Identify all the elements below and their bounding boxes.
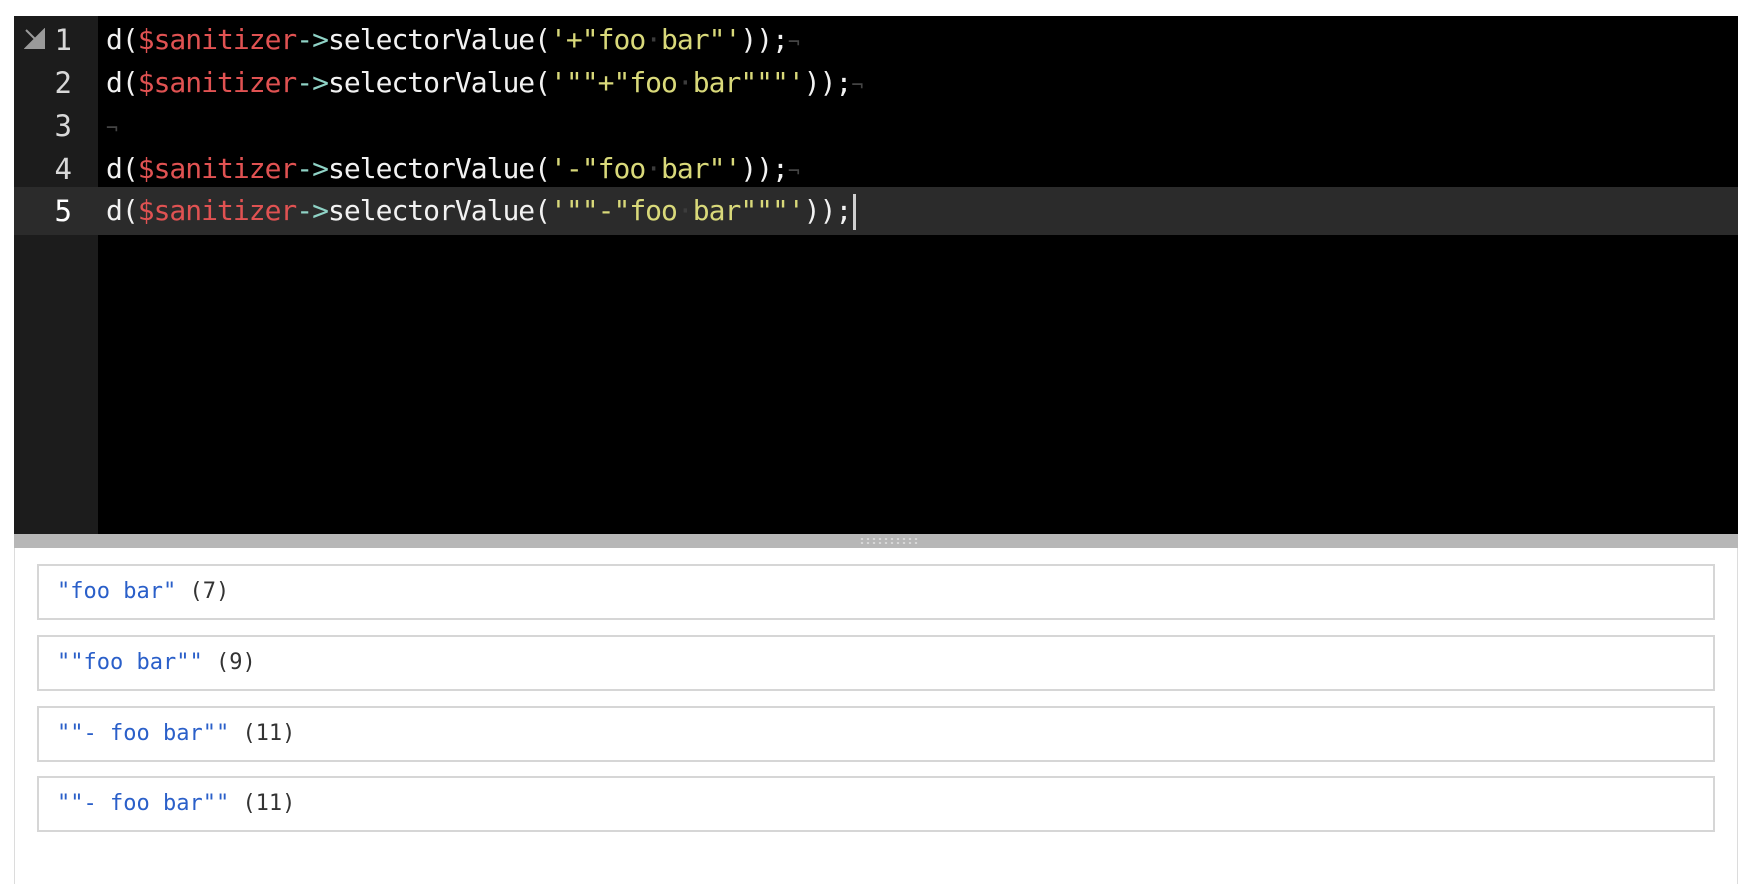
code-token: '-"foo [550, 152, 646, 185]
code-token: -> [296, 152, 329, 185]
eol-marker: ¬ [787, 159, 800, 183]
code-token: selectorValue( [328, 23, 551, 56]
line-number: 1 [54, 23, 72, 57]
code-token: d( [106, 152, 139, 185]
result-row: "foo bar" (7) [37, 564, 1715, 620]
code-line[interactable]: 4 d($sanitizer->selectorValue('-"foo·bar"… [14, 145, 1738, 193]
code-line[interactable]: 1 d($sanitizer->selectorValue('+"foo·bar"… [14, 16, 1738, 64]
code-editor[interactable]: 1 d($sanitizer->selectorValue('+"foo·bar"… [14, 16, 1738, 534]
code-token: d( [106, 194, 139, 227]
line-number: 2 [54, 66, 72, 100]
code-line[interactable]: 3 ¬ [14, 102, 1738, 150]
code-token: -> [296, 66, 329, 99]
line-number: 4 [54, 152, 72, 186]
panel-splitter[interactable] [14, 534, 1738, 548]
result-value: ""foo bar"" [57, 650, 203, 675]
code-token: bar"' [661, 152, 741, 185]
code-token: $sanitizer [137, 194, 298, 227]
result-length: (7) [189, 579, 230, 604]
text-cursor [853, 194, 857, 230]
eol-marker: ¬ [851, 73, 863, 97]
result-row: ""- foo bar"" (11) [37, 706, 1715, 762]
code-line[interactable]: 2 d($sanitizer->selectorValue('""+"foo·ba… [14, 59, 1738, 107]
code-token: '""-"foo [550, 194, 678, 227]
code-token: selectorValue( [328, 66, 551, 99]
result-value: ""- foo bar"" [57, 721, 230, 746]
code-token: d( [106, 23, 139, 56]
code-token: )); [740, 152, 789, 185]
code-token: )); [803, 66, 853, 99]
code-token: selectorValue( [328, 152, 551, 185]
line-number: 5 [54, 194, 72, 228]
code-token: · [676, 66, 694, 99]
code-token: bar"""' [692, 194, 805, 227]
code-token: $sanitizer [137, 23, 298, 56]
line-number: 3 [54, 109, 72, 143]
code-text[interactable]: d($sanitizer->selectorValue('""+"foo·bar… [106, 59, 863, 107]
result-value: "foo bar" [57, 579, 177, 604]
code-token: )); [803, 194, 853, 227]
code-text[interactable]: d($sanitizer->selectorValue('+"foo·bar"'… [106, 16, 800, 64]
code-token: $sanitizer [137, 152, 298, 185]
code-token: $sanitizer [137, 66, 298, 99]
code-token: bar"""' [692, 66, 805, 99]
code-token: · [676, 194, 694, 227]
code-token: selectorValue( [328, 194, 551, 227]
code-token: bar"' [661, 23, 741, 56]
code-token: -> [296, 23, 329, 56]
code-line[interactable]: 5 d($sanitizer->selectorValue('""-"foo·ba… [14, 187, 1738, 235]
code-token: · [645, 152, 662, 185]
result-text: ""- foo bar"" (11) [57, 778, 295, 830]
result-row: ""- foo bar"" (11) [37, 776, 1715, 832]
code-token: )); [740, 23, 789, 56]
result-length: (11) [242, 791, 296, 816]
result-text: ""foo bar"" (9) [57, 637, 256, 689]
code-token: '""+"foo [550, 66, 678, 99]
code-text[interactable]: d($sanitizer->selectorValue('""-"foo·bar… [106, 187, 857, 235]
result-text: "foo bar" (7) [57, 566, 229, 618]
result-value: ""- foo bar"" [57, 791, 230, 816]
result-length: (11) [242, 721, 296, 746]
code-text[interactable]: ¬ [106, 102, 118, 150]
code-token: '+"foo [550, 23, 646, 56]
result-length: (9) [215, 650, 256, 675]
code-token: d( [106, 66, 139, 99]
eol-marker: ¬ [106, 116, 118, 140]
result-text: ""- foo bar"" (11) [57, 708, 295, 760]
code-token: · [645, 23, 662, 56]
code-text[interactable]: d($sanitizer->selectorValue('-"foo·bar"'… [106, 145, 800, 193]
drag-grip-icon[interactable] [859, 537, 919, 545]
eol-marker: ¬ [787, 30, 800, 54]
code-token: -> [296, 194, 329, 227]
result-row: ""foo bar"" (9) [37, 635, 1715, 691]
output-panel: "foo bar" (7) ""foo bar"" (9) ""- foo bar"… [14, 548, 1738, 884]
